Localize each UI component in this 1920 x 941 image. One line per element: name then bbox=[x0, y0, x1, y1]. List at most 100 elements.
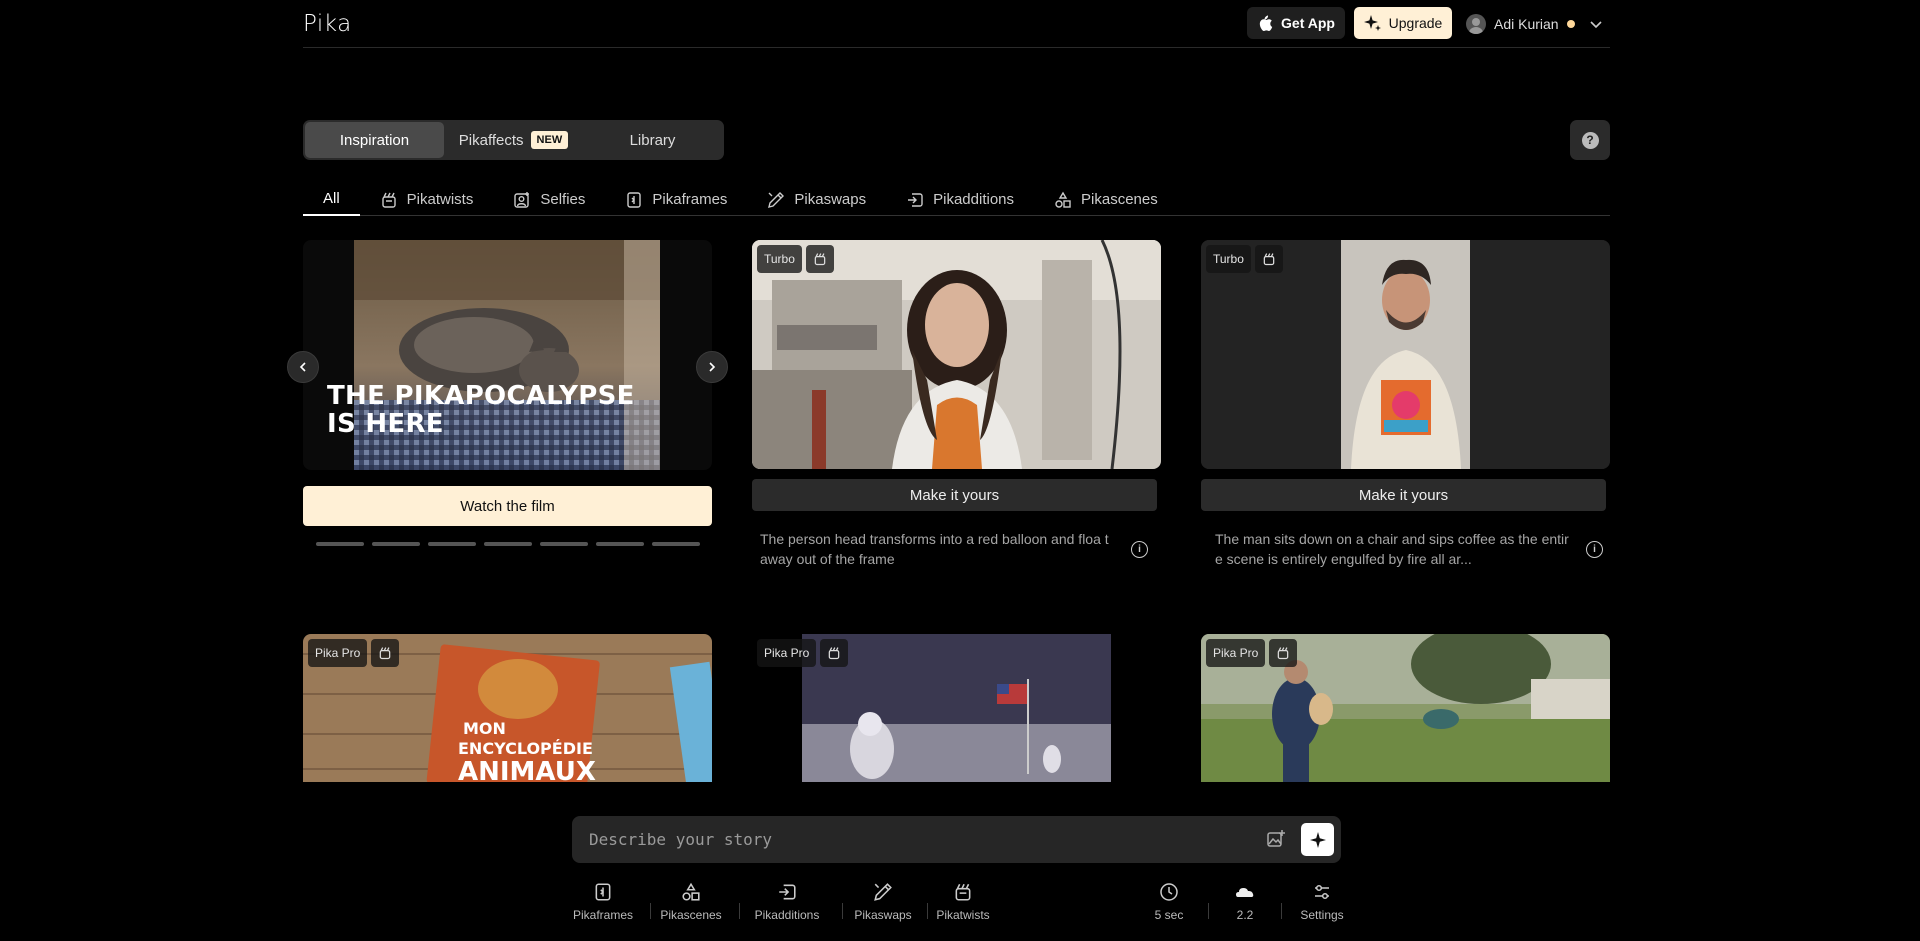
make-it-yours-button[interactable]: Make it yours bbox=[1201, 479, 1606, 511]
video-thumbnail[interactable]: Turbo bbox=[1201, 240, 1610, 469]
selfie-icon bbox=[514, 191, 530, 208]
carousel-dot[interactable] bbox=[484, 542, 532, 546]
category-pikaframes[interactable]: Pikaframes bbox=[605, 183, 747, 216]
tab-library[interactable]: Library bbox=[583, 122, 722, 158]
video-thumbnail[interactable]: MON ENCYCLOPÉDIE ANIMAUX Pika Pro bbox=[303, 634, 712, 782]
tab-inspiration[interactable]: Inspiration bbox=[305, 122, 444, 158]
tool-label: Pikaswaps bbox=[854, 908, 912, 922]
category-label: Selfies bbox=[540, 191, 586, 208]
make-it-yours-button[interactable]: Make it yours bbox=[752, 479, 1157, 511]
tab-pikaffects[interactable]: Pikaffects NEW bbox=[444, 122, 583, 158]
model-tag: Turbo bbox=[757, 245, 802, 273]
help-button[interactable]: ? bbox=[1570, 120, 1610, 160]
carousel-dot[interactable] bbox=[596, 542, 644, 546]
tab-library-label: Library bbox=[629, 131, 676, 149]
carousel-dot[interactable] bbox=[652, 542, 700, 546]
settings-label: Settings bbox=[1300, 908, 1344, 922]
video-thumbnail[interactable]: Pika Pro bbox=[1201, 634, 1610, 782]
user-menu[interactable]: Adi Kurian bbox=[1466, 12, 1603, 36]
category-pikadditions[interactable]: Pikadditions bbox=[886, 183, 1034, 216]
book-title-line2: ENCYCLOPÉDIE bbox=[458, 739, 593, 758]
category-label: Pikadditions bbox=[933, 191, 1015, 208]
tool-label: Pikadditions bbox=[754, 908, 820, 922]
category-label: Pikatwists bbox=[406, 191, 474, 208]
generation-settings: 5 sec 2.2 Settings bbox=[1150, 876, 1362, 928]
tool-label: Pikaframes bbox=[572, 908, 634, 922]
chevron-down-icon bbox=[1590, 21, 1602, 29]
upgrade-label: Upgrade bbox=[1388, 15, 1443, 31]
category-pikatwists[interactable]: Pikatwists bbox=[360, 183, 494, 216]
upgrade-button[interactable]: Upgrade bbox=[1354, 7, 1452, 39]
help-icon: ? bbox=[1581, 131, 1599, 149]
pika-logo[interactable]: Pika bbox=[303, 11, 352, 37]
pikatwists-icon bbox=[381, 192, 396, 208]
carousel-dot[interactable] bbox=[372, 542, 420, 546]
chevron-right-icon bbox=[709, 362, 716, 372]
story-prompt-input[interactable] bbox=[589, 816, 1249, 863]
info-icon[interactable]: i bbox=[1131, 540, 1148, 558]
tool-pikaframes[interactable]: Pikaframes bbox=[572, 882, 634, 922]
carousel-dot[interactable] bbox=[316, 542, 364, 546]
prompt-text: The man sits down on a chair and sips co… bbox=[1215, 531, 1569, 567]
pikascenes-icon bbox=[1055, 191, 1071, 208]
status-dot bbox=[1566, 20, 1575, 28]
category-all[interactable]: All bbox=[303, 183, 360, 216]
tool-label: Pikascenes bbox=[660, 908, 722, 922]
model-tag: Pika Pro bbox=[1206, 639, 1266, 667]
video-thumbnail[interactable]: Turbo bbox=[752, 240, 1161, 469]
generate-button[interactable] bbox=[1301, 823, 1334, 856]
category-pikascenes[interactable]: Pikascenes bbox=[1034, 183, 1178, 216]
tool-pikaswaps[interactable]: Pikaswaps bbox=[843, 882, 923, 922]
hero-headline: THE PIKAPOCALYPSE IS HERE bbox=[327, 382, 635, 438]
chevron-left-icon bbox=[299, 362, 306, 372]
prompt-composer bbox=[572, 816, 1341, 863]
carousel-dot[interactable] bbox=[540, 542, 588, 546]
info-icon[interactable]: i bbox=[1586, 540, 1603, 558]
view-tabs: Inspiration Pikaffects NEW Library bbox=[303, 120, 724, 160]
inspiration-card: Pika Pro bbox=[1201, 634, 1610, 782]
duration-selector[interactable]: 5 sec bbox=[1150, 882, 1188, 922]
carousel-next-button[interactable] bbox=[696, 351, 728, 383]
inspiration-card: Pika Pro bbox=[752, 634, 1161, 782]
pikadditions-icon bbox=[908, 192, 923, 207]
card-description: The person head transforms into a red ba… bbox=[752, 529, 1157, 569]
user-name: Adi Kurian bbox=[1494, 16, 1559, 32]
pikaswaps-icon bbox=[874, 883, 892, 901]
video-thumbnail[interactable]: Pika Pro bbox=[752, 634, 1161, 782]
category-label: All bbox=[323, 190, 340, 207]
tab-pikaffects-label: Pikaffects bbox=[458, 131, 524, 149]
pikatwists-icon bbox=[805, 245, 834, 273]
hero-headline-line1: THE PIKAPOCALYPSE bbox=[327, 381, 635, 411]
tool-pikascenes[interactable]: Pikascenes bbox=[651, 882, 731, 922]
carousel-dot[interactable] bbox=[428, 542, 476, 546]
model-tag: Pika Pro bbox=[308, 639, 368, 667]
add-image-icon[interactable] bbox=[1266, 829, 1286, 849]
pikaframes-icon bbox=[627, 191, 642, 208]
category-selfies[interactable]: Selfies bbox=[493, 183, 605, 216]
tool-pikadditions[interactable]: Pikadditions bbox=[740, 882, 834, 922]
category-pikaswaps[interactable]: Pikaswaps bbox=[747, 183, 886, 216]
tool-label: Pikatwists bbox=[936, 908, 990, 922]
model-version-label: 2.2 bbox=[1236, 908, 1254, 922]
model-tag: Turbo bbox=[1206, 245, 1251, 273]
carousel-prev-button[interactable] bbox=[287, 351, 319, 383]
pikaswaps-icon bbox=[768, 191, 785, 208]
apple-icon bbox=[1259, 15, 1273, 31]
hero-carousel[interactable]: THE PIKAPOCALYPSE IS HERE bbox=[303, 240, 712, 470]
hero-headline-line2: IS HERE bbox=[327, 409, 444, 439]
settings-button[interactable]: Settings bbox=[1282, 882, 1362, 922]
tool-pikatwists[interactable]: Pikatwists bbox=[928, 882, 998, 922]
pikatwists-icon bbox=[820, 639, 849, 667]
cloud-icon bbox=[1236, 888, 1254, 897]
get-app-button[interactable]: Get App bbox=[1247, 7, 1345, 39]
model-version-selector[interactable]: 2.2 bbox=[1209, 882, 1281, 922]
generation-tools: Pikaframes Pikascenes Pikadditions Pikas… bbox=[572, 876, 998, 928]
book-title-line3: ANIMAUX bbox=[458, 757, 596, 782]
sparkle-icon bbox=[1363, 15, 1381, 31]
watch-film-button[interactable]: Watch the film bbox=[303, 486, 712, 526]
man-selfie-image bbox=[1201, 240, 1610, 469]
top-header: Pika Get App Upgrade Adi Kurian bbox=[303, 0, 1610, 48]
model-tag: Pika Pro bbox=[757, 639, 817, 667]
get-app-label: Get App bbox=[1281, 15, 1335, 31]
carousel-indicators bbox=[316, 542, 700, 546]
